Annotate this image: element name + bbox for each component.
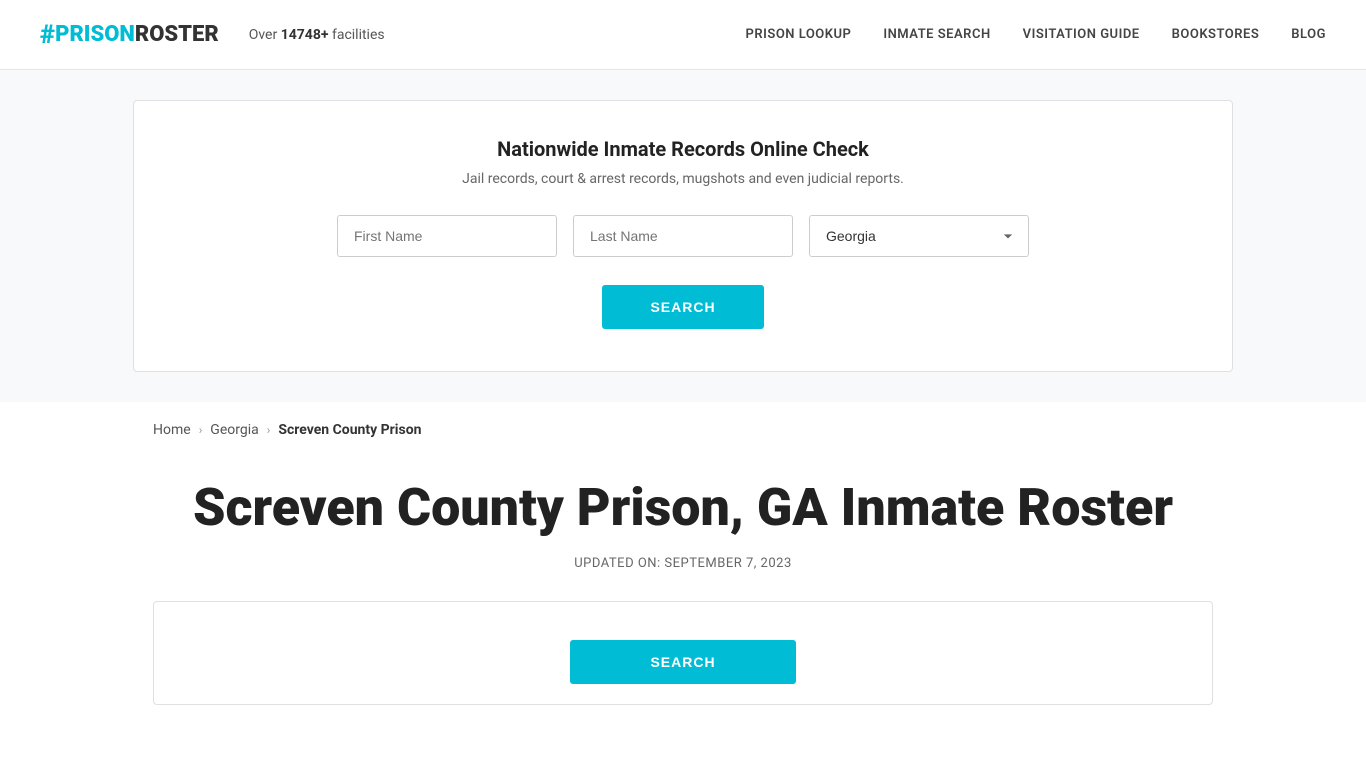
facilities-count: 14748+	[281, 27, 329, 43]
main-nav: PRISON LOOKUP INMATE SEARCH VISITATION G…	[746, 27, 1326, 42]
breadcrumb-sep-2: ›	[267, 423, 271, 437]
logo-prison: PRISON	[55, 22, 135, 47]
breadcrumb-state[interactable]: Georgia	[210, 422, 258, 438]
search-form: AlabamaAlaskaArizonaArkansasCaliforniaCo…	[182, 215, 1184, 329]
breadcrumb-sep-1: ›	[199, 423, 203, 437]
site-logo[interactable]: #PRISONROSTER	[40, 20, 219, 50]
search-widget: Nationwide Inmate Records Online Check J…	[133, 100, 1233, 372]
page-title-section: Screven County Prison, GA Inmate Roster …	[133, 468, 1233, 601]
site-header: #PRISONROSTER Over 14748+ facilities PRI…	[0, 0, 1366, 70]
page-title: Screven County Prison, GA Inmate Roster	[153, 478, 1213, 538]
updated-label: UPDATED ON: SEPTEMBER 7, 2023	[153, 556, 1213, 571]
logo-roster: ROSTER	[135, 22, 219, 47]
breadcrumb-home[interactable]: Home	[153, 422, 191, 438]
facilities-text: Over 14748+ facilities	[249, 27, 385, 43]
nav-bookstores[interactable]: BOOKSTORES	[1172, 27, 1260, 42]
nav-visitation-guide[interactable]: VISITATION GUIDE	[1023, 27, 1140, 42]
bottom-card-search-button[interactable]: SEARCH	[570, 640, 795, 684]
search-button[interactable]: SEARCH	[602, 285, 763, 329]
nav-prison-lookup[interactable]: PRISON LOOKUP	[746, 27, 852, 42]
breadcrumb: Home › Georgia › Screven County Prison	[133, 422, 1233, 438]
search-widget-wrapper: Nationwide Inmate Records Online Check J…	[0, 70, 1366, 402]
widget-title: Nationwide Inmate Records Online Check	[182, 137, 1184, 161]
logo-hash: #	[40, 20, 55, 50]
state-select[interactable]: AlabamaAlaskaArizonaArkansasCaliforniaCo…	[809, 215, 1029, 257]
last-name-input[interactable]	[573, 215, 793, 257]
main-content: Home › Georgia › Screven County Prison S…	[133, 402, 1233, 705]
breadcrumb-current: Screven County Prison	[278, 422, 421, 438]
bottom-card: SEARCH	[153, 601, 1213, 705]
nav-inmate-search[interactable]: INMATE SEARCH	[883, 27, 990, 42]
search-btn-row: SEARCH	[182, 285, 1184, 329]
widget-subtitle: Jail records, court & arrest records, mu…	[182, 171, 1184, 187]
first-name-input[interactable]	[337, 215, 557, 257]
nav-blog[interactable]: BLOG	[1291, 27, 1326, 42]
